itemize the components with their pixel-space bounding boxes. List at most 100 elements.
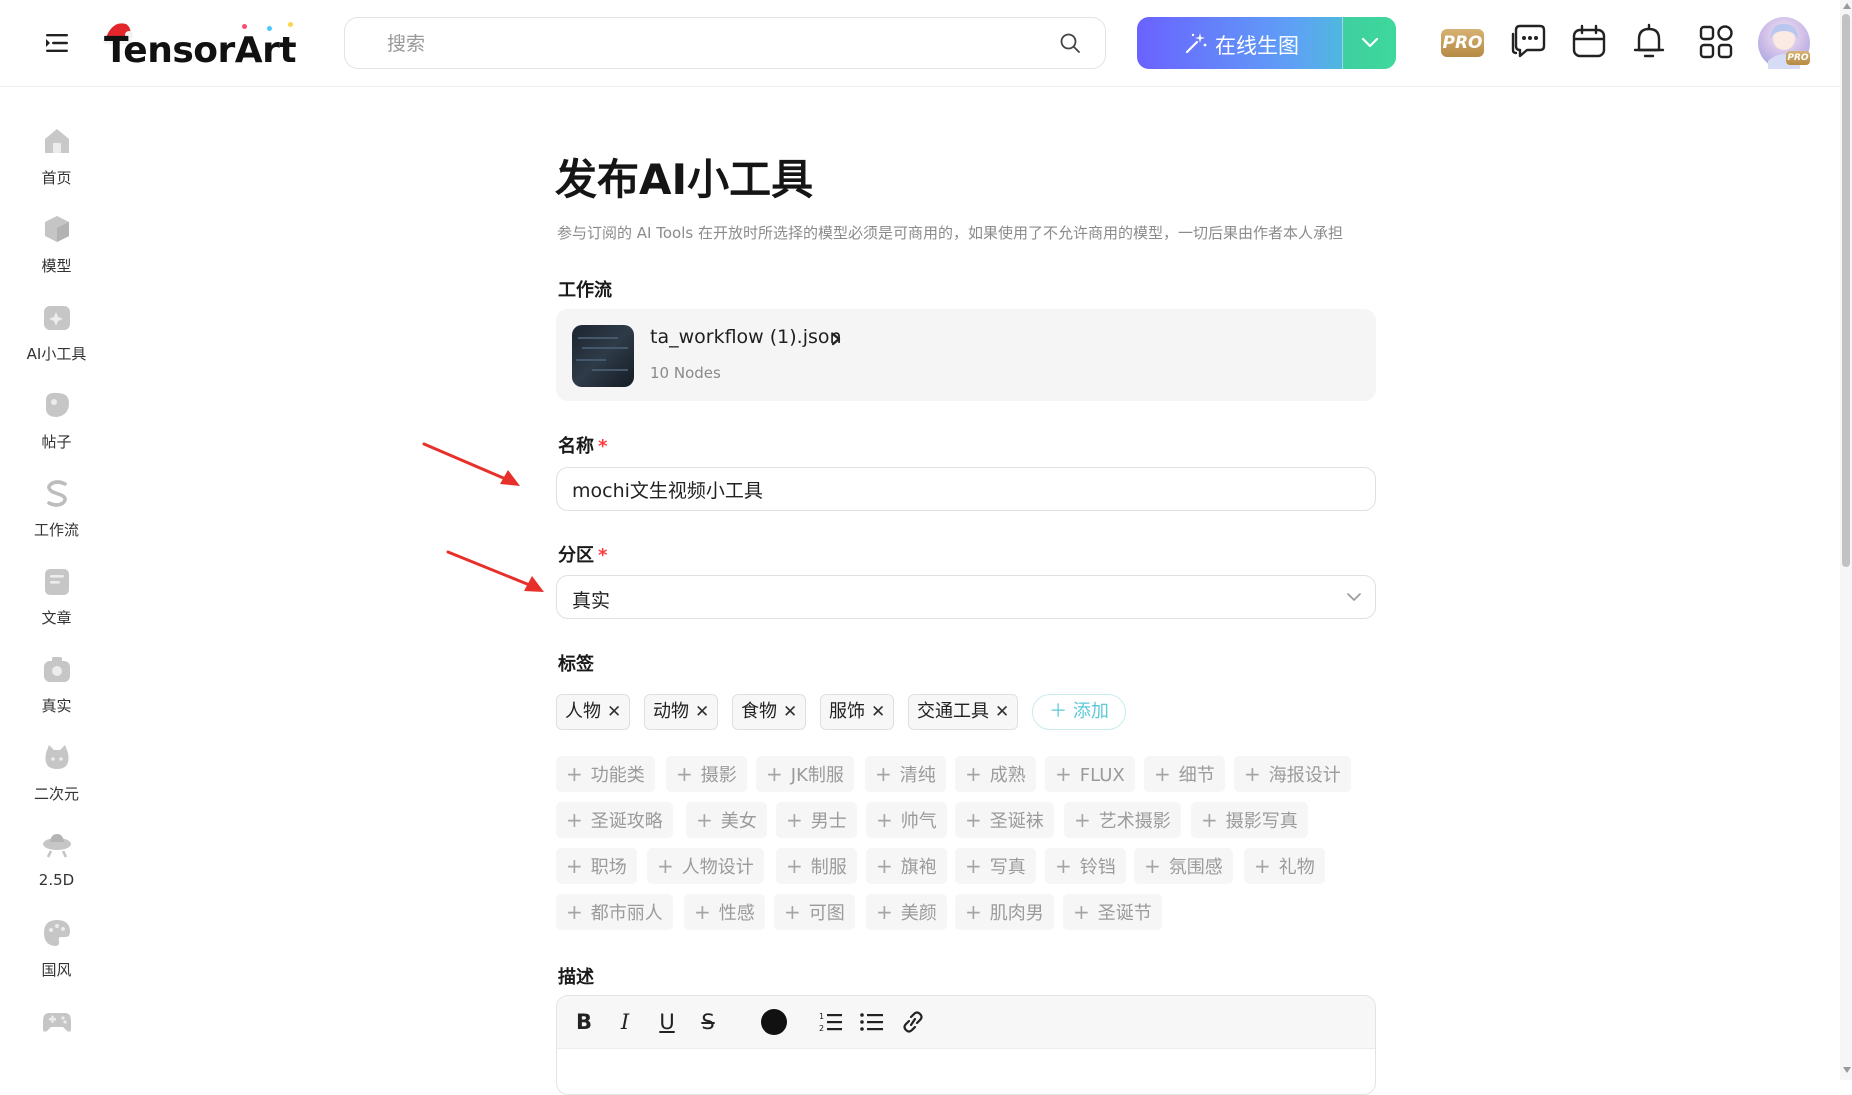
- suggested-tag[interactable]: + 旗袍: [866, 848, 947, 884]
- svg-text:2: 2: [819, 1024, 824, 1033]
- add-tag-button[interactable]: ＋ 添加: [1032, 694, 1126, 730]
- scrollbar-thumb[interactable]: [1842, 14, 1850, 567]
- category-selected-value: 真实: [572, 590, 611, 612]
- suggested-tag[interactable]: + 帅气: [866, 802, 947, 838]
- name-field[interactable]: [556, 467, 1376, 511]
- workflow-node-count: 10 Nodes: [650, 364, 721, 382]
- suggested-tag-label: 美女: [720, 811, 757, 832]
- suggested-tag[interactable]: + JK制服: [756, 756, 854, 792]
- suggested-tag[interactable]: + 美女: [686, 802, 767, 838]
- search-box[interactable]: [344, 17, 1106, 70]
- suggested-tag[interactable]: + 艺术摄影: [1064, 802, 1181, 838]
- remove-tag-icon[interactable]: ✕: [695, 695, 709, 729]
- suggested-tag-label: 肌肉男: [989, 903, 1044, 924]
- editor-toolbar: B I U S 1 2: [557, 996, 1375, 1049]
- generate-dropdown-button[interactable]: [1343, 17, 1396, 69]
- suggested-tag[interactable]: + FLUX: [1045, 756, 1135, 792]
- user-avatar[interactable]: PRO: [1758, 17, 1810, 69]
- suggested-tag-label: 摄影写真: [1225, 811, 1298, 832]
- palette-icon: [44, 920, 70, 946]
- suggested-tag[interactable]: + 人物设计: [647, 848, 764, 884]
- suggested-tag-label: 氛围感: [1168, 857, 1223, 878]
- plus-icon: +: [876, 854, 893, 878]
- suggested-tag[interactable]: + 摄影: [666, 756, 747, 792]
- search-icon[interactable]: [1059, 32, 1081, 54]
- strikethrough-icon[interactable]: S: [695, 1010, 721, 1034]
- plus-icon: +: [1074, 808, 1091, 832]
- sidebar-item-ai-tools[interactable]: AI小工具: [0, 287, 113, 367]
- sidebar-item-label: 帖子: [41, 433, 72, 451]
- suggested-tag[interactable]: + 性感: [684, 894, 765, 930]
- suggested-tag[interactable]: + 成熟: [955, 756, 1036, 792]
- sidebar-item-articles[interactable]: 文章: [0, 551, 113, 631]
- apps-grid-icon[interactable]: [1697, 22, 1735, 62]
- suggested-tag[interactable]: + 礼物: [1244, 848, 1325, 884]
- chat-icon[interactable]: [1510, 22, 1548, 62]
- pro-badge[interactable]: PRO: [1441, 29, 1484, 57]
- sidebar-item-realistic[interactable]: 真实: [0, 639, 113, 719]
- sidebar-item-label: 二次元: [33, 785, 79, 803]
- plus-icon: +: [566, 854, 583, 878]
- suggested-tag-label: 圣诞攻略: [590, 811, 663, 832]
- calendar-icon[interactable]: [1570, 22, 1608, 62]
- suggested-tag[interactable]: + 职场: [556, 848, 637, 884]
- tensorart-logo[interactable]: TensorArt: [102, 18, 302, 74]
- suggested-tag[interactable]: + 写真: [955, 848, 1036, 884]
- scroll-down-arrow-icon[interactable]: [1843, 1067, 1851, 1073]
- plus-icon: +: [1073, 900, 1090, 924]
- underline-icon[interactable]: U: [654, 1010, 680, 1034]
- sidebar-item-anime[interactable]: 二次元: [0, 727, 113, 807]
- ordered-list-icon[interactable]: 1 2: [818, 1010, 844, 1034]
- sidebar-item-games[interactable]: [0, 991, 113, 1071]
- workflow-file-card[interactable]: ta_workflow (1).json 10 Nodes: [556, 309, 1376, 401]
- suggested-tag[interactable]: + 美颜: [866, 894, 947, 930]
- suggested-tag-label: 功能类: [590, 765, 645, 786]
- suggested-tag[interactable]: + 圣诞节: [1063, 894, 1162, 930]
- chevron-down-icon: [1347, 593, 1361, 601]
- online-generate-button[interactable]: 在线生图: [1137, 17, 1342, 69]
- suggested-tag[interactable]: + 海报设计: [1234, 756, 1351, 792]
- remove-tag-icon[interactable]: ✕: [783, 695, 797, 729]
- remove-tag-icon[interactable]: ✕: [995, 695, 1009, 729]
- menu-toggle-icon[interactable]: [42, 30, 72, 56]
- suggested-tag[interactable]: + 男士: [776, 802, 857, 838]
- sidebar-item-2-5d[interactable]: 2.5D: [0, 815, 113, 895]
- scroll-up-arrow-icon[interactable]: [1843, 3, 1851, 9]
- suggested-tag[interactable]: + 圣诞攻略: [556, 802, 673, 838]
- suggested-tag[interactable]: + 细节: [1144, 756, 1225, 792]
- bullet-list-icon[interactable]: [859, 1010, 885, 1034]
- bold-icon[interactable]: B: [571, 1010, 597, 1034]
- sidebar-item-posts[interactable]: 帖子: [0, 375, 113, 455]
- remove-tag-icon[interactable]: ✕: [607, 695, 621, 729]
- suggested-tag-label: 旗袍: [900, 857, 937, 878]
- suggested-tag[interactable]: + 肌肉男: [955, 894, 1054, 930]
- suggested-tag[interactable]: + 氛围感: [1134, 848, 1233, 884]
- suggested-tag[interactable]: + 铃铛: [1045, 848, 1126, 884]
- category-select[interactable]: 真实: [556, 575, 1376, 619]
- workflow-file-name[interactable]: ta_workflow (1).json: [650, 326, 842, 348]
- online-generate-button-group: 在线生图: [1137, 17, 1396, 69]
- name-input[interactable]: [572, 468, 1352, 510]
- sidebar-item-chinese-style[interactable]: 国风: [0, 903, 113, 983]
- suggested-tag[interactable]: + 功能类: [556, 756, 655, 792]
- tag-label: 人物: [565, 701, 601, 722]
- tag-label: 交通工具: [917, 701, 989, 722]
- remove-tag-icon[interactable]: ✕: [871, 695, 885, 729]
- italic-icon[interactable]: I: [612, 1010, 638, 1034]
- suggested-tag[interactable]: + 摄影写真: [1191, 802, 1308, 838]
- notification-bell-icon[interactable]: [1630, 22, 1668, 62]
- suggested-tag[interactable]: + 都市丽人: [556, 894, 673, 930]
- svg-text:1: 1: [819, 1012, 824, 1021]
- sidebar-item-workflow[interactable]: 工作流: [0, 463, 113, 543]
- link-icon[interactable]: [900, 1010, 926, 1034]
- tag-label: 服饰: [829, 701, 865, 722]
- sidebar-item-models[interactable]: 模型: [0, 199, 113, 279]
- suggested-tag[interactable]: + 圣诞袜: [955, 802, 1054, 838]
- suggested-tag[interactable]: + 清纯: [865, 756, 946, 792]
- suggested-tag[interactable]: + 可图: [774, 894, 855, 930]
- sidebar-item-home[interactable]: 首页: [0, 111, 113, 191]
- text-color-icon[interactable]: [760, 1008, 788, 1036]
- suggested-tag[interactable]: + 制服: [776, 848, 857, 884]
- plus-icon: +: [1201, 808, 1218, 832]
- search-input[interactable]: [385, 18, 1009, 70]
